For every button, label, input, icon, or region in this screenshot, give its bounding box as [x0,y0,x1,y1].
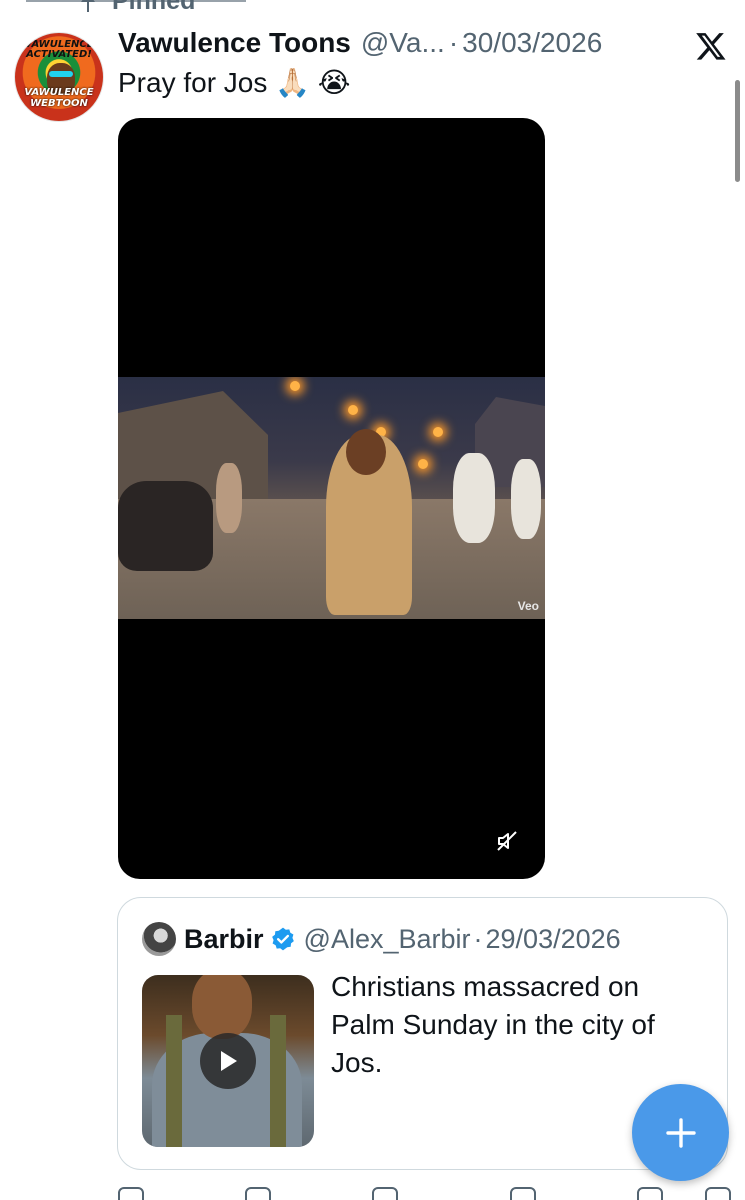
thumbnail-strap [270,1015,286,1147]
separator: · [473,923,483,954]
tweet-actions [0,1186,745,1200]
like-button[interactable] [372,1186,398,1200]
share-button[interactable] [705,1186,731,1200]
repost-icon [245,1187,271,1200]
thumbnail-strap [166,1015,182,1147]
tweet-text: Pray for Jos 🙏🏻 😭 [118,67,351,98]
person [453,453,495,543]
verified-badge-icon [271,927,294,951]
video-watermark: Veo [517,599,539,613]
repost-button[interactable] [245,1186,271,1200]
woman-head [346,429,386,475]
street-light [433,427,443,437]
quote-date[interactable]: 29/03/2026 [486,924,621,955]
pin-icon [81,0,95,12]
play-icon [221,1051,237,1071]
tweet-date[interactable]: 30/03/2026 [462,27,602,59]
avatar-text-bottom: VAWULENCE WEBTOON [24,87,94,109]
heart-icon [372,1187,398,1200]
play-button[interactable] [200,1033,256,1089]
compose-button[interactable] [632,1084,729,1181]
tweet-header: Vawulence Toons @Va... · 30/03/2026 [118,27,602,63]
street-light [418,459,428,469]
quote-header: Barbir @Alex_Barbir · 29/03/2026 [142,922,621,956]
reply-button[interactable] [118,1186,144,1200]
quote-text: Christians massacred on Palm Sunday in t… [331,971,655,1078]
bookmark-button[interactable] [637,1186,663,1200]
pinned-indicator: Pinned [78,0,195,16]
avatar[interactable]: VAWULENCE ACTIVATED! VAWULENCE WEBTOON [14,32,104,122]
quote-handle[interactable]: @Alex_Barbir [304,924,471,955]
views-icon [510,1187,536,1200]
reply-icon [118,1187,144,1200]
street-light [348,405,358,415]
avatar-text-top: VAWULENCE ACTIVATED! [24,39,94,60]
plus-icon [665,1117,696,1148]
scrollbar[interactable] [735,80,740,182]
thumbnail-head [192,975,252,1039]
motorcycle [118,481,213,571]
quote-avatar[interactable] [142,922,176,956]
pinned-label: Pinned [112,0,196,15]
quote-video-thumbnail[interactable] [142,975,314,1147]
x-logo-icon[interactable] [695,30,727,62]
views-button[interactable] [510,1186,536,1200]
person [216,463,242,533]
street-light [290,381,300,391]
share-icon [705,1187,731,1200]
mute-icon[interactable] [495,829,519,853]
tweet-video[interactable]: Veo [118,118,545,879]
bookmark-icon [637,1187,663,1200]
quote-display-name[interactable]: Barbir [184,924,264,955]
avatar-glasses [49,71,73,77]
user-handle[interactable]: @Va... [361,27,445,59]
video-frame: Veo [118,377,545,619]
display-name[interactable]: Vawulence Toons [118,27,351,59]
separator: · [448,27,459,58]
person [511,459,541,539]
